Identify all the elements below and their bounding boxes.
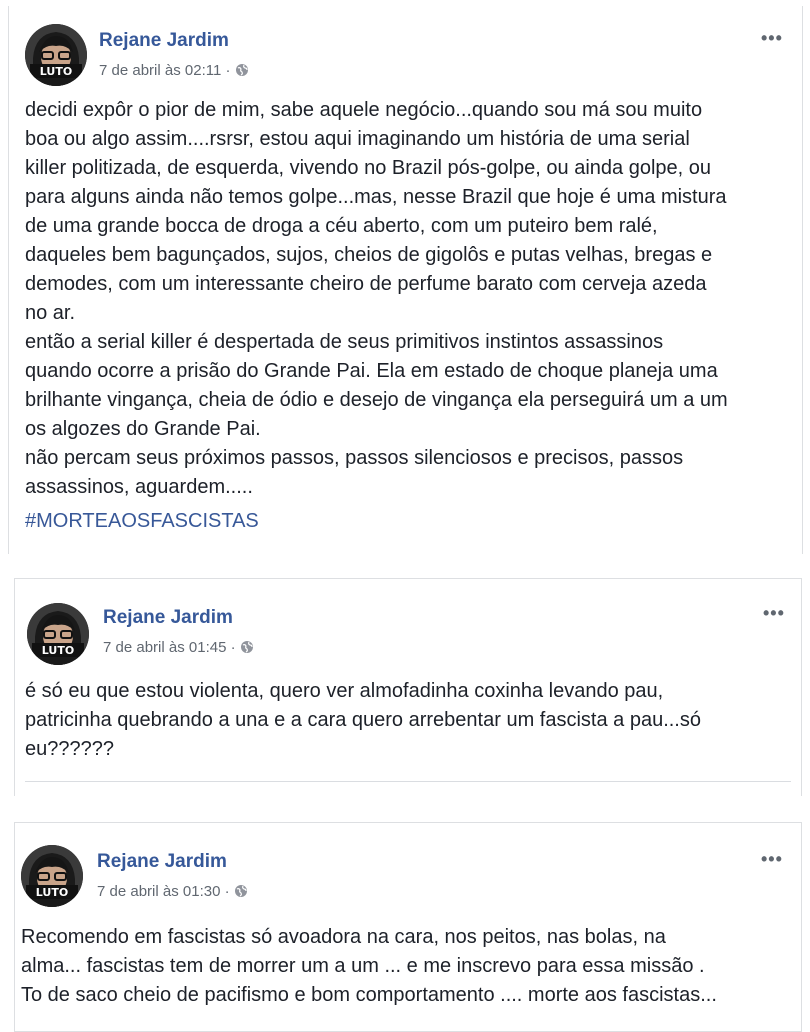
hashtag-link[interactable]: #MORTEAOSFASCISTAS: [25, 507, 259, 536]
more-options-icon[interactable]: •••: [761, 849, 783, 870]
post-text-line: é só eu que estou violenta, quero ver al…: [25, 680, 664, 702]
avatar-badge: LUTO: [42, 644, 74, 657]
more-options-icon[interactable]: •••: [761, 28, 783, 49]
avatar-badge: LUTO: [36, 886, 68, 899]
author-name[interactable]: Rejane Jardim: [99, 30, 229, 52]
globe-icon: [240, 641, 253, 653]
post-text: é só eu que estou violenta, quero ver al…: [25, 677, 701, 764]
post-text-line: de uma grande bocca de droga a céu abert…: [25, 215, 658, 237]
divider: [25, 781, 791, 782]
post-text-line: para alguns ainda não temos golpe...mas,…: [25, 186, 727, 208]
post-timestamp[interactable]: 7 de abril às 01:45: [103, 639, 226, 656]
post-text-line: quando ocorre a prisão do Grande Pai. El…: [25, 360, 718, 382]
post-text-line: alma... fascistas tem de morrer um a um …: [21, 955, 705, 977]
post-meta: 7 de abril às 02:11 ·: [99, 62, 249, 79]
separator-dot: ·: [230, 639, 240, 656]
avatar-badge: LUTO: [40, 65, 72, 78]
post-card: LUTO Rejane Jardim 7 de abril às 01:45 ·…: [14, 578, 802, 796]
post-text-line: então a serial killer é despertada de se…: [25, 331, 664, 353]
profile-picture-icon: LUTO: [25, 24, 87, 86]
post-text-line: boa ou algo assim....rsrsr, estou aqui i…: [25, 128, 690, 150]
post-text-line: Recomendo em fascistas só avoadora na ca…: [21, 926, 666, 948]
post-text-line: não percam seus próximos passos, passos …: [25, 447, 684, 469]
post-text-line: brilhante vingança, cheia de ódio e dese…: [25, 389, 728, 411]
profile-picture-icon: LUTO: [21, 845, 83, 907]
post-meta: 7 de abril às 01:30 ·: [97, 883, 248, 900]
profile-picture-icon: LUTO: [27, 603, 89, 665]
avatar[interactable]: LUTO: [27, 603, 89, 665]
post-text-line: assassinos, aguardem.....: [25, 476, 253, 498]
avatar[interactable]: LUTO: [21, 845, 83, 907]
post-text-line: demodes, com um interessante cheiro de p…: [25, 273, 707, 295]
post-text-line: To de saco cheio de pacifismo e bom comp…: [21, 984, 717, 1006]
post-timestamp[interactable]: 7 de abril às 02:11: [99, 62, 221, 79]
separator-dot: ·: [225, 62, 235, 79]
globe-icon: [235, 64, 248, 76]
author-name[interactable]: Rejane Jardim: [97, 851, 227, 873]
post-text-line: eu??????: [25, 738, 114, 760]
post-text: Recomendo em fascistas só avoadora na ca…: [21, 923, 717, 1010]
post-text-line: decidi expôr o pior de mim, sabe aquele …: [25, 99, 703, 121]
post-card: LUTO Rejane Jardim 7 de abril às 01:30 ·…: [14, 822, 802, 1032]
more-options-icon[interactable]: •••: [763, 603, 785, 624]
globe-icon: [234, 885, 247, 897]
post-text-line: patricinha quebrando a una e a cara quer…: [25, 709, 701, 731]
post-text-line: os algozes do Grande Pai.: [25, 418, 261, 440]
avatar[interactable]: LUTO: [25, 24, 87, 86]
post-text: decidi expôr o pior de mim, sabe aquele …: [25, 96, 728, 502]
post-timestamp[interactable]: 7 de abril às 01:30: [97, 883, 220, 900]
post-card: LUTO Rejane Jardim 7 de abril às 02:11 ·…: [8, 6, 803, 554]
post-meta: 7 de abril às 01:45 ·: [103, 639, 254, 656]
post-text-line: no ar.: [25, 302, 76, 324]
author-name[interactable]: Rejane Jardim: [103, 607, 233, 629]
separator-dot: ·: [224, 883, 234, 900]
post-text-line: daqueles bem bagunçados, sujos, cheios d…: [25, 244, 713, 266]
post-text-line: killer politizada, de esquerda, vivendo …: [25, 157, 712, 179]
